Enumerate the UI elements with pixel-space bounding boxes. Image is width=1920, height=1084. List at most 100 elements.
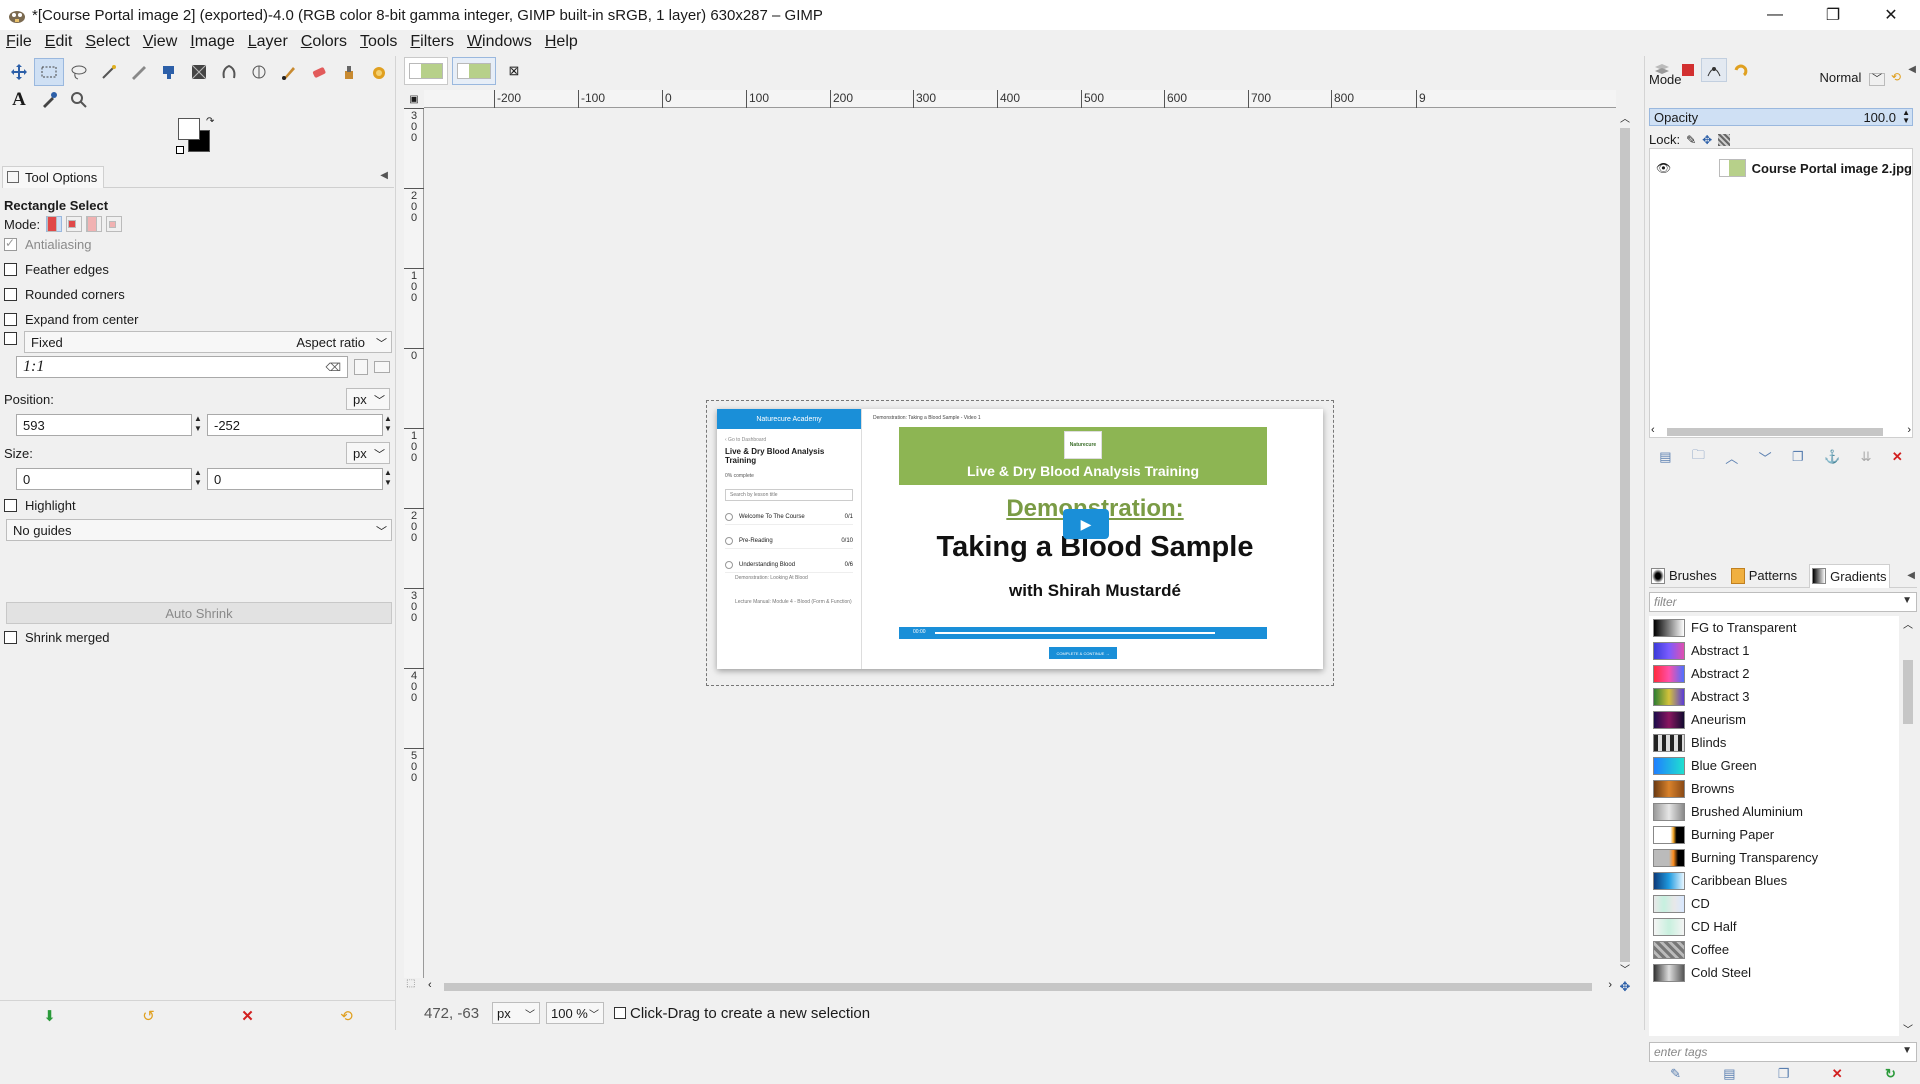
size-width-stepper[interactable]: ▲ ▼ xyxy=(193,468,203,490)
feather-edges-checkbox[interactable] xyxy=(4,263,17,276)
menu-edit[interactable]: Edit xyxy=(45,33,73,51)
gradient-item[interactable]: CD xyxy=(1649,892,1899,915)
foreground-color-swatch[interactable] xyxy=(178,118,200,140)
guides-dropdown[interactable]: No guides ﹀ xyxy=(6,519,392,541)
gradient-item[interactable]: Abstract 2 xyxy=(1649,662,1899,685)
shrink-merged-checkbox[interactable] xyxy=(4,631,17,644)
gradient-filter-input[interactable]: filter ▼ xyxy=(1649,592,1917,612)
crop-icon[interactable] xyxy=(154,58,184,86)
vertical-ruler[interactable]: 300 200 100 0 100 200 300 400 500 xyxy=(404,108,424,978)
size-height-input[interactable]: 0 xyxy=(207,468,383,490)
shrink-merged-option[interactable]: Shrink merged xyxy=(4,630,110,645)
ruler-corner-icon[interactable]: ▣ xyxy=(404,90,424,108)
menu-help[interactable]: Help xyxy=(545,33,578,51)
text-tool-icon[interactable]: A xyxy=(4,86,34,114)
gradients-scrollbar[interactable]: ︿ ﹀ xyxy=(1899,616,1917,1036)
color-swatches[interactable]: ↷ xyxy=(176,116,226,160)
size-width-input[interactable]: 0 xyxy=(16,468,192,490)
duplicate-gradient-icon[interactable]: ❐ xyxy=(1778,1066,1790,1082)
clone-icon[interactable] xyxy=(334,58,364,86)
scroll-left-icon[interactable]: ‹ xyxy=(428,979,432,991)
duplicate-layer-icon[interactable]: ❐ xyxy=(1792,449,1804,465)
gradient-item[interactable]: FG to Transparent xyxy=(1649,616,1899,639)
unit-dropdown[interactable]: px ﹀ xyxy=(492,1002,540,1024)
scroll-thumb[interactable] xyxy=(1667,428,1883,436)
image-tab-2[interactable] xyxy=(452,57,496,85)
highlight-checkbox[interactable] xyxy=(4,499,17,512)
layer-mode-dropdown[interactable]: Normal ﹀ xyxy=(1805,70,1885,88)
dock-configure-icon[interactable]: ◀ xyxy=(1908,64,1916,75)
gradient-item[interactable]: Cold Steel xyxy=(1649,961,1899,984)
canvas-horizontal-scrollbar[interactable]: ‹ › xyxy=(424,978,1616,996)
menu-filters[interactable]: Filters xyxy=(410,33,454,51)
tab-undo-icon[interactable] xyxy=(1727,58,1753,82)
menu-view[interactable]: View xyxy=(143,33,177,51)
canvas-vertical-scrollbar[interactable]: ︿ ﹀ xyxy=(1616,108,1634,978)
eraser-icon[interactable] xyxy=(304,58,334,86)
mode-reset-icon[interactable]: ⟲ xyxy=(1891,70,1901,84)
maximize-button[interactable]: ❐ xyxy=(1804,0,1862,30)
delete-gradient-icon[interactable]: ✕ xyxy=(1832,1066,1843,1082)
raise-layer-icon[interactable]: ︿ xyxy=(1725,448,1738,467)
scroll-thumb[interactable] xyxy=(1903,660,1913,724)
warp-icon[interactable] xyxy=(214,58,244,86)
mode-add-icon[interactable] xyxy=(66,216,83,232)
new-gradient-icon[interactable]: ▤ xyxy=(1723,1066,1735,1082)
transform-icon[interactable] xyxy=(184,58,214,86)
zoom-icon[interactable] xyxy=(64,86,94,114)
move-tool-icon[interactable] xyxy=(4,58,34,86)
edit-gradient-icon[interactable]: ✎ xyxy=(1670,1066,1681,1082)
lasso-icon[interactable] xyxy=(64,58,94,86)
position-unit-dropdown[interactable]: px ﹀ xyxy=(346,388,390,410)
color-picker-icon[interactable] xyxy=(34,86,64,114)
gradient-item[interactable]: Abstract 3 xyxy=(1649,685,1899,708)
landscape-icon[interactable] xyxy=(374,361,390,373)
lock-position-icon[interactable]: ✥ xyxy=(1702,133,1712,147)
layers-horizontal-scrollbar[interactable]: ‹ › xyxy=(1649,424,1913,440)
fixed-mode-dropdown[interactable]: Fixed Aspect ratio ﹀ xyxy=(24,331,392,353)
menu-layer[interactable]: Layer xyxy=(248,33,288,51)
lock-pixels-icon[interactable]: ✎ xyxy=(1686,133,1696,147)
restore-options-icon[interactable]: ↺ xyxy=(142,1007,155,1025)
auto-shrink-button[interactable]: Auto Shrink xyxy=(6,602,392,624)
mode-replace-icon[interactable] xyxy=(46,216,63,232)
mode-intersect-icon[interactable] xyxy=(106,216,123,232)
scroll-right-icon[interactable]: › xyxy=(1907,424,1911,436)
expand-from-center-option[interactable]: Expand from center xyxy=(4,312,138,327)
swap-colors-icon[interactable]: ↷ xyxy=(206,116,214,127)
save-options-icon[interactable]: ⬇ xyxy=(43,1007,56,1025)
horizontal-ruler[interactable]: -200 -100 0 100 200 300 400 500 600 700 800 9 xyxy=(424,90,1616,108)
delete-layer-icon[interactable]: ✕ xyxy=(1892,449,1903,465)
fuzzy-select-icon[interactable] xyxy=(94,58,124,86)
gradient-item[interactable]: Blue Green xyxy=(1649,754,1899,777)
position-x-stepper[interactable]: ▲ ▼ xyxy=(193,414,203,436)
scroll-down-icon[interactable]: ﹀ xyxy=(1620,961,1630,976)
position-y-input[interactable]: -252 xyxy=(207,414,383,436)
paintbrush-icon[interactable] xyxy=(274,58,304,86)
tab-patterns[interactable]: Patterns xyxy=(1729,564,1799,588)
mode-subtract-icon[interactable] xyxy=(86,216,103,232)
gradient-item[interactable]: Aneurism xyxy=(1649,708,1899,731)
dock-configure-icon[interactable]: ◀ xyxy=(1907,570,1915,581)
gradient-item[interactable]: Brushed Aluminium xyxy=(1649,800,1899,823)
visibility-eye-icon[interactable]: 👁 xyxy=(1656,161,1671,175)
feather-edges-option[interactable]: Feather edges xyxy=(4,262,109,277)
new-layer-icon[interactable]: ▤ xyxy=(1659,449,1671,465)
highlight-option[interactable]: Highlight xyxy=(4,498,76,513)
expand-from-center-checkbox[interactable] xyxy=(4,313,17,326)
scroll-thumb[interactable] xyxy=(1620,128,1630,962)
delete-options-icon[interactable]: ✕ xyxy=(241,1007,254,1025)
size-unit-dropdown[interactable]: px ﹀ xyxy=(346,442,390,464)
rounded-corners-option[interactable]: Rounded corners xyxy=(4,287,125,302)
smudge-icon[interactable] xyxy=(364,58,394,86)
quick-mask-icon[interactable]: ⬚ xyxy=(406,978,422,996)
merge-layer-icon[interactable]: ⇊ xyxy=(1861,449,1872,465)
opacity-slider[interactable]: Opacity 100.0 ▲ ▼ xyxy=(1649,108,1913,126)
close-tab-icon[interactable]: ⊠ xyxy=(506,63,522,79)
new-layer-group-icon[interactable]: 🗀 xyxy=(1692,446,1705,468)
position-x-input[interactable]: 593 xyxy=(16,414,192,436)
menu-file[interactable]: File xyxy=(6,33,32,51)
opacity-stepper[interactable]: ▲ ▼ xyxy=(1902,109,1910,125)
reset-options-icon[interactable]: ⟲ xyxy=(340,1007,353,1025)
refresh-gradients-icon[interactable]: ↻ xyxy=(1885,1066,1896,1082)
